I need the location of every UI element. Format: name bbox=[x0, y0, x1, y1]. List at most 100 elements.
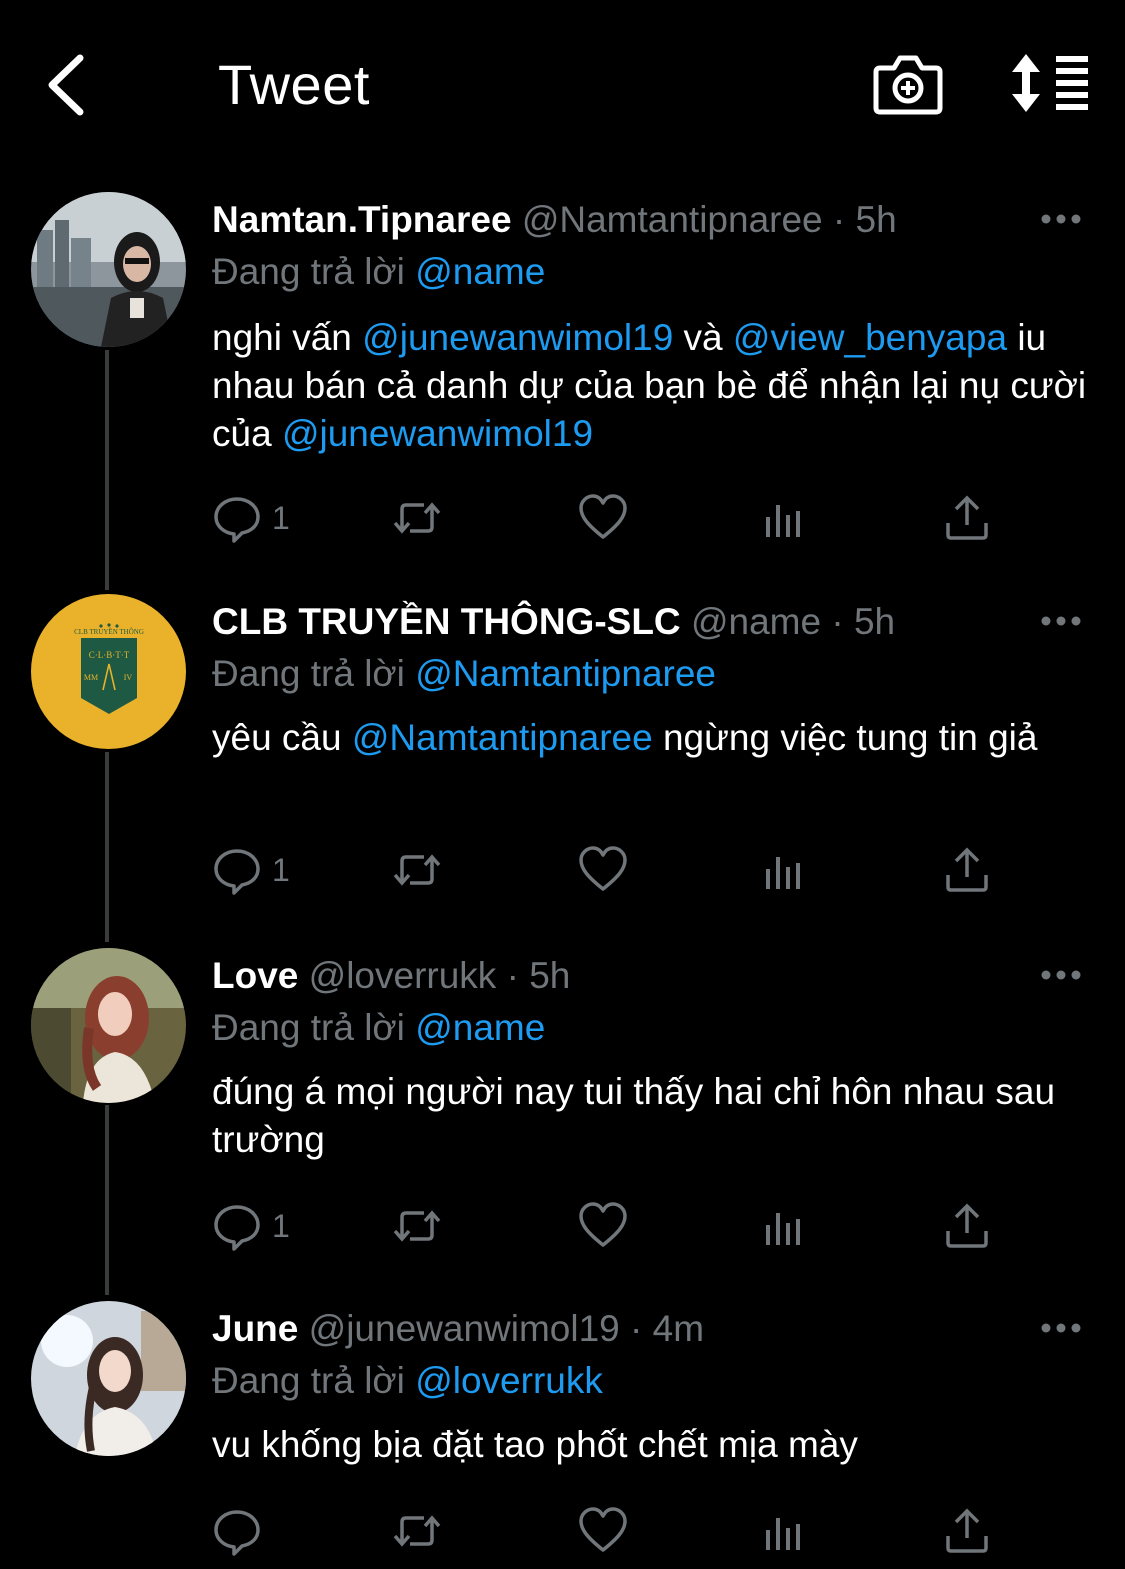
share-icon bbox=[946, 847, 988, 892]
mention-link[interactable]: @name bbox=[415, 1007, 545, 1048]
retweet-icon bbox=[393, 1515, 441, 1547]
reply-icon bbox=[214, 1205, 260, 1251]
mention-link[interactable]: @view_benyapa bbox=[733, 317, 1007, 358]
heart-icon bbox=[579, 1202, 627, 1247]
more-dots-icon[interactable] bbox=[1040, 968, 1082, 982]
retweet-button[interactable] bbox=[392, 1196, 442, 1256]
logo-text-top: CLB TRUYỀN THÔNG bbox=[74, 628, 144, 636]
reply-count: 1 bbox=[272, 499, 290, 536]
retweet-button[interactable] bbox=[392, 1501, 442, 1561]
retweet-icon bbox=[393, 854, 441, 886]
display-name[interactable]: Love bbox=[212, 955, 298, 996]
mention-link[interactable]: @junewanwimol19 bbox=[282, 413, 593, 454]
retweet-button[interactable] bbox=[392, 488, 442, 548]
analytics-icon bbox=[766, 1213, 800, 1245]
retweet-icon bbox=[393, 502, 441, 534]
mention-link[interactable]: @loverrukk bbox=[415, 1360, 603, 1401]
heart-icon bbox=[579, 1507, 627, 1552]
retweet-button[interactable] bbox=[392, 840, 442, 900]
views-button[interactable] bbox=[760, 1501, 810, 1561]
analytics-icon bbox=[766, 1518, 800, 1550]
share-button[interactable] bbox=[942, 1501, 992, 1561]
views-button[interactable] bbox=[760, 1196, 810, 1256]
tweet-header: Namtan.Tipnaree @Namtantipnaree · 5h bbox=[212, 196, 897, 244]
heart-icon bbox=[579, 494, 627, 539]
tweet[interactable]: June @junewanwimol19 · 4m Đang trả lời @… bbox=[0, 1301, 1125, 1569]
separator-dot: · bbox=[831, 601, 844, 642]
share-icon bbox=[946, 1203, 988, 1248]
separator-dot: · bbox=[506, 955, 519, 996]
page-title: Tweet bbox=[218, 53, 370, 116]
chevron-left-icon[interactable] bbox=[40, 50, 100, 120]
reply-button[interactable] bbox=[212, 1501, 272, 1561]
replying-to-label: Đang trả lời bbox=[212, 1360, 405, 1401]
like-button[interactable] bbox=[578, 488, 628, 548]
avatar[interactable] bbox=[31, 1301, 186, 1456]
display-name[interactable]: June bbox=[212, 1308, 298, 1349]
tweet-header: CLB TRUYỀN THÔNG-SLC @name · 5h bbox=[212, 598, 895, 646]
share-button[interactable] bbox=[942, 488, 992, 548]
reply-button[interactable]: 1 bbox=[212, 1196, 290, 1256]
display-name[interactable]: CLB TRUYỀN THÔNG-SLC bbox=[212, 601, 681, 642]
display-name[interactable]: Namtan.Tipnaree bbox=[212, 199, 512, 240]
avatar[interactable]: CLB TRUYỀN THÔNG C·L·B·T·T MM IV bbox=[31, 594, 186, 749]
replying-to-label: Đang trả lời bbox=[212, 653, 405, 694]
timestamp[interactable]: 5h bbox=[856, 199, 897, 240]
tweet-text: vu khống bịa đặt tao phốt chết mịa mày bbox=[212, 1421, 1092, 1469]
tweet-actions: 1 bbox=[212, 1196, 1012, 1256]
tweet[interactable]: Namtan.Tipnaree @Namtantipnaree · 5h Đan… bbox=[0, 192, 1125, 552]
username[interactable]: @junewanwimol19 bbox=[309, 1308, 620, 1349]
tweet[interactable]: Love @loverrukk · 5h Đang trả lời @name … bbox=[0, 948, 1125, 1258]
avatar[interactable] bbox=[31, 948, 186, 1103]
camera-plus-icon[interactable] bbox=[872, 50, 944, 118]
text-segment: vu khống bịa đặt tao phốt chết mịa mày bbox=[212, 1424, 858, 1465]
text-segment: và bbox=[673, 317, 733, 358]
tweet-actions bbox=[212, 1501, 1012, 1561]
like-button[interactable] bbox=[578, 1196, 628, 1256]
tweet[interactable]: CLB TRUYỀN THÔNG C·L·B·T·T MM IV CLB TRU… bbox=[0, 594, 1125, 904]
views-button[interactable] bbox=[760, 840, 810, 900]
timestamp[interactable]: 5h bbox=[854, 601, 895, 642]
timestamp[interactable]: 5h bbox=[529, 955, 570, 996]
analytics-icon bbox=[766, 857, 800, 889]
top-bar: Tweet bbox=[0, 0, 1125, 170]
reply-button[interactable]: 1 bbox=[212, 840, 290, 900]
tweet-actions: 1 bbox=[212, 488, 1012, 548]
mention-link[interactable]: @junewanwimol19 bbox=[362, 317, 673, 358]
share-button[interactable] bbox=[942, 1196, 992, 1256]
reply-count: 1 bbox=[272, 851, 290, 888]
mention-link[interactable]: @Namtantipnaree bbox=[352, 717, 653, 758]
logo-text-right: IV bbox=[124, 673, 133, 682]
timestamp[interactable]: 4m bbox=[653, 1308, 704, 1349]
text-segment: nghi vấn bbox=[212, 317, 363, 358]
text-segment: ngừng việc tung tin giả bbox=[652, 717, 1038, 758]
reply-button[interactable]: 1 bbox=[212, 488, 290, 548]
heart-icon bbox=[579, 846, 627, 891]
avatar[interactable] bbox=[31, 192, 186, 347]
username[interactable]: @Namtantipnaree bbox=[522, 199, 823, 240]
views-button[interactable] bbox=[760, 488, 810, 548]
mention-link[interactable]: @Namtantipnaree bbox=[415, 653, 716, 694]
more-dots-icon[interactable] bbox=[1040, 212, 1082, 226]
replying-to: Đang trả lời @name bbox=[212, 1004, 545, 1052]
sort-icon[interactable] bbox=[1010, 52, 1092, 114]
reply-count: 1 bbox=[272, 1207, 290, 1244]
logo-text-middle: C·L·B·T·T bbox=[89, 650, 130, 660]
replying-to: Đang trả lời @name bbox=[212, 248, 545, 296]
more-dots-icon[interactable] bbox=[1040, 1321, 1082, 1335]
analytics-icon bbox=[766, 505, 800, 537]
tweet-actions: 1 bbox=[212, 840, 1012, 900]
retweet-icon bbox=[393, 1210, 441, 1242]
like-button[interactable] bbox=[578, 1501, 628, 1561]
separator-dot: · bbox=[832, 199, 846, 240]
share-button[interactable] bbox=[942, 840, 992, 900]
text-segment: yêu cầu bbox=[212, 717, 352, 758]
like-button[interactable] bbox=[578, 840, 628, 900]
tweet-text: đúng á mọi người nay tui thấy hai chỉ hô… bbox=[212, 1068, 1092, 1164]
mention-link[interactable]: @name bbox=[415, 251, 545, 292]
share-icon bbox=[946, 495, 988, 540]
username[interactable]: @name bbox=[691, 601, 821, 642]
username[interactable]: @loverrukk bbox=[309, 955, 497, 996]
more-dots-icon[interactable] bbox=[1040, 614, 1082, 628]
text-segment: đúng á mọi người nay tui thấy hai chỉ hô… bbox=[212, 1071, 1056, 1160]
